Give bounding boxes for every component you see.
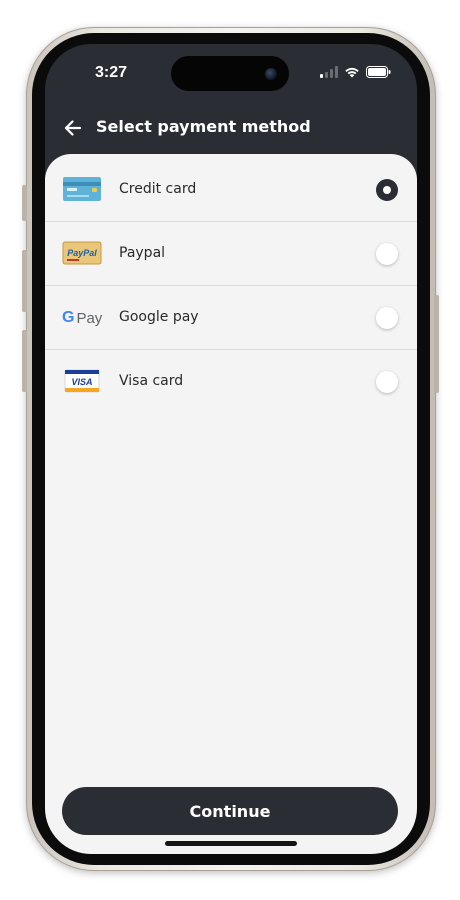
radio-unselected[interactable] bbox=[376, 307, 398, 329]
payment-option-label: Google pay bbox=[119, 309, 199, 325]
home-indicator bbox=[165, 841, 297, 846]
wifi-icon bbox=[345, 67, 359, 78]
app-screen: 3:27 Select payment method Credit card P… bbox=[45, 44, 417, 854]
radio-unselected[interactable] bbox=[376, 371, 398, 393]
continue-button[interactable]: Continue bbox=[62, 787, 398, 835]
google-pay-icon: G Pay bbox=[62, 309, 103, 327]
page-title: Select payment method bbox=[96, 117, 311, 136]
status-time: 3:27 bbox=[95, 64, 128, 81]
payment-option-visa-card[interactable]: VISA Visa card bbox=[45, 350, 417, 414]
payment-method-list: Credit card PayPal Paypal G Pay Google pa… bbox=[45, 154, 417, 854]
arrow-left-icon[interactable] bbox=[63, 118, 83, 138]
radio-unselected[interactable] bbox=[376, 243, 398, 265]
status-icons bbox=[320, 66, 391, 78]
payment-option-label: Credit card bbox=[119, 181, 197, 197]
payment-option-label: Paypal bbox=[119, 245, 166, 261]
visa-card-icon: VISA bbox=[64, 369, 100, 393]
payment-option-label: Visa card bbox=[119, 373, 184, 389]
paypal-icon: PayPal bbox=[62, 241, 102, 265]
credit-card-icon bbox=[63, 177, 101, 201]
payment-option-google-pay[interactable]: G Pay Google pay bbox=[45, 286, 417, 350]
payment-option-paypal[interactable]: PayPal Paypal bbox=[45, 222, 417, 286]
volume-up-button bbox=[22, 250, 27, 312]
radio-selected[interactable] bbox=[376, 179, 398, 201]
power-button bbox=[434, 295, 439, 393]
action-button bbox=[22, 185, 27, 221]
camera-icon bbox=[265, 68, 277, 80]
battery-icon bbox=[366, 66, 391, 78]
svg-text:VISA: VISA bbox=[71, 377, 92, 387]
svg-text:PayPal: PayPal bbox=[67, 248, 97, 258]
payment-option-credit-card[interactable]: Credit card bbox=[45, 158, 417, 222]
app-header: Select payment method bbox=[45, 108, 417, 148]
volume-down-button bbox=[22, 330, 27, 392]
cellular-signal-icon bbox=[320, 66, 338, 78]
